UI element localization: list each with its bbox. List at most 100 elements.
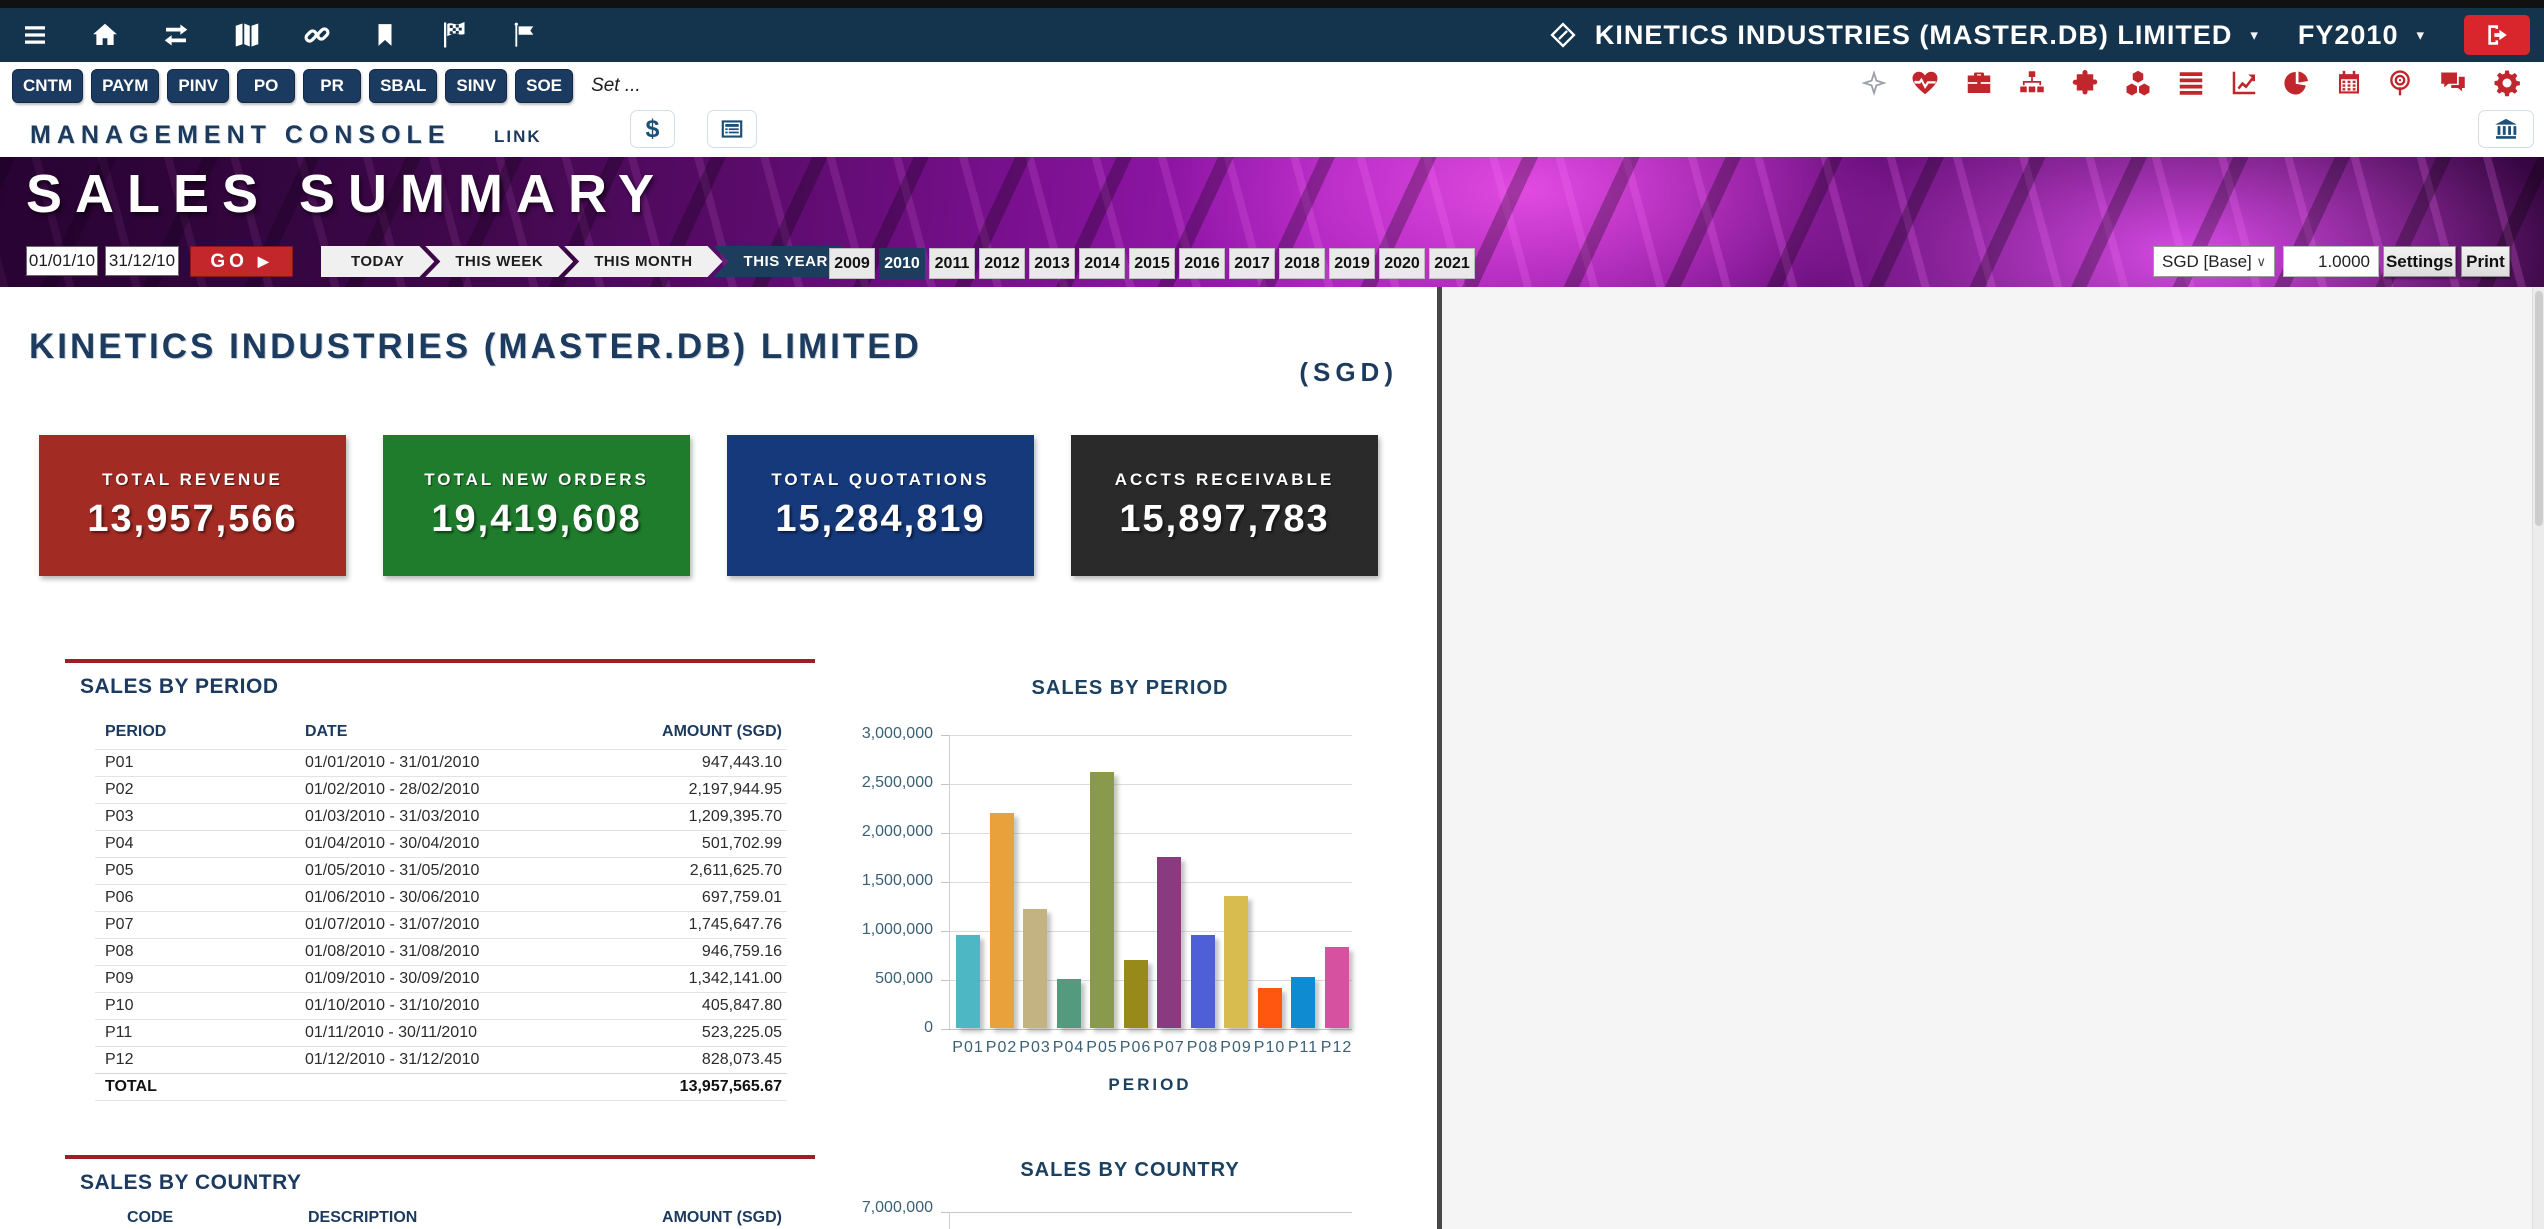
exchange-rate-input[interactable] [2283, 246, 2379, 277]
top-strip [0, 0, 2544, 8]
shortcut-button-sbal[interactable]: SBAL [369, 69, 437, 103]
range-tab-this-month[interactable]: THIS MONTH [564, 246, 722, 277]
currency-dropdown-value: SGD [Base] [2162, 252, 2252, 272]
company-selector[interactable]: KINETICS INDUSTRIES (MASTER.DB) LIMITED [1595, 20, 2233, 51]
map-icon[interactable] [232, 20, 262, 50]
sitemap-icon[interactable] [2017, 68, 2047, 98]
set-shortcuts-link[interactable]: Set ... [591, 75, 641, 97]
year-button-2010[interactable]: 2010 [879, 248, 925, 279]
finish-flag-icon[interactable] [438, 20, 470, 50]
year-button-2011[interactable]: 2011 [929, 248, 975, 279]
fiscal-year-selector[interactable]: FY2010 [2298, 20, 2399, 51]
bank-icon [2492, 116, 2520, 142]
kpi-label: TOTAL QUOTATIONS [771, 470, 989, 490]
year-button-2013[interactable]: 2013 [1029, 248, 1075, 279]
year-button-2012[interactable]: 2012 [979, 248, 1025, 279]
table-row: P0401/04/2010 - 30/04/2010501,702.99 [95, 831, 787, 858]
cubes-icon[interactable] [2123, 68, 2153, 98]
table-row: P0801/08/2010 - 31/08/2010946,759.16 [95, 939, 787, 966]
year-button-2016[interactable]: 2016 [1179, 248, 1225, 279]
shortcut-button-paym[interactable]: PAYM [91, 69, 159, 103]
logout-button[interactable] [2464, 15, 2530, 55]
kpi-card-total-new-orders: TOTAL NEW ORDERS19,419,608 [383, 435, 690, 576]
bookmark-icon[interactable] [372, 20, 398, 50]
shortcut-button-pinv[interactable]: PINV [167, 69, 229, 103]
company-caret-icon: ▾ [2250, 26, 2258, 44]
kpi-card-accts-receivable: ACCTS RECEIVABLE15,897,783 [1071, 435, 1378, 576]
heart-pulse-icon[interactable] [1909, 68, 1941, 98]
bank-tool-button[interactable] [2478, 110, 2534, 148]
shortcut-row: CNTMPAYMPINVPOPRSBALSINVSOE Set ... [0, 62, 2544, 110]
top-navbar: KINETICS INDUSTRIES (MASTER.DB) LIMITED … [0, 8, 2544, 62]
year-button-2019[interactable]: 2019 [1329, 248, 1375, 279]
shortcut-button-po[interactable]: PO [237, 69, 295, 103]
table-row: P0501/05/2010 - 31/05/20102,611,625.70 [95, 858, 787, 885]
year-button-2015[interactable]: 2015 [1129, 248, 1175, 279]
go-label: GO [210, 251, 248, 273]
column-header-amount: AMOUNT (SGD) [575, 717, 787, 750]
year-button-2018[interactable]: 2018 [1279, 248, 1325, 279]
chart-gridline [949, 784, 1352, 785]
yaxis-tick-label: 0 [815, 1019, 933, 1037]
table-row: P0201/02/2010 - 28/02/20102,197,944.95 [95, 777, 787, 804]
range-tab-this-week[interactable]: THIS WEEK [425, 246, 573, 277]
line-chart-icon[interactable] [2229, 68, 2259, 98]
home-icon[interactable] [90, 20, 120, 50]
navbar-icon-group [20, 20, 538, 50]
go-button[interactable]: GO ▶ [190, 246, 293, 277]
year-button-row: 2009201020112012201320142015201620172018… [829, 248, 1475, 279]
range-tab-today[interactable]: TODAY [321, 246, 434, 277]
link-icon[interactable] [302, 20, 332, 50]
scrollbar[interactable] [2532, 287, 2544, 1229]
target-icon[interactable] [2386, 68, 2414, 98]
chat-icon[interactable] [2437, 68, 2469, 98]
xaxis-tick-label: P06 [1119, 1039, 1153, 1057]
column-header-date: DATE [295, 717, 575, 750]
currency-tool-button[interactable]: $ [630, 110, 675, 148]
year-button-2014[interactable]: 2014 [1079, 248, 1125, 279]
country-chart-gridline [949, 1212, 1352, 1213]
banner-title: SALES SUMMARY [26, 163, 667, 225]
sales-summary-banner: SALES SUMMARY GO ▶ TODAYTHIS WEEKTHIS MO… [0, 157, 2544, 287]
app-root: KINETICS INDUSTRIES (MASTER.DB) LIMITED … [0, 0, 2544, 1229]
briefcase-icon[interactable] [1964, 68, 1994, 98]
link-button[interactable]: LINK [494, 127, 542, 147]
year-button-2021[interactable]: 2021 [1429, 248, 1475, 279]
xaxis-tick-label: P08 [1186, 1039, 1220, 1057]
transfer-icon[interactable] [160, 20, 192, 50]
scrollbar-thumb[interactable] [2535, 291, 2543, 526]
settings-button[interactable]: Settings [2383, 246, 2456, 277]
year-button-2020[interactable]: 2020 [1379, 248, 1425, 279]
print-button[interactable]: Print [2461, 246, 2510, 277]
shortcut-button-soe[interactable]: SOE [515, 69, 573, 103]
table-row: P1001/10/2010 - 31/10/2010405,847.80 [95, 993, 787, 1020]
date-from-input[interactable] [26, 246, 98, 276]
gear-icon[interactable] [2492, 68, 2522, 98]
tag-icon[interactable] [1549, 21, 1577, 49]
calendar-icon[interactable] [2335, 68, 2363, 98]
puzzle-icon[interactable] [2070, 68, 2100, 98]
yaxis-tick-label: 1,000,000 [815, 921, 933, 939]
report-tool-button[interactable] [707, 110, 757, 148]
column-header-period: PERIOD [95, 717, 295, 750]
xaxis-tick-label: P07 [1152, 1039, 1186, 1057]
flag-icon[interactable] [510, 20, 538, 50]
sales-by-period-heading: SALES BY PERIOD [80, 675, 279, 699]
nav-cross-icon[interactable] [1862, 68, 1886, 98]
kpi-value: 15,284,819 [775, 498, 985, 541]
country-chart-yaxis [949, 1212, 950, 1229]
pie-chart-icon[interactable] [2282, 68, 2312, 98]
menu-icon[interactable] [20, 20, 50, 50]
list-icon[interactable] [2176, 68, 2206, 98]
chart-gridline [949, 735, 1352, 736]
table-total-row: TOTAL 13,957,565.67 [95, 1074, 787, 1101]
shortcut-button-cntm[interactable]: CNTM [12, 69, 83, 103]
kpi-card-row: TOTAL REVENUE13,957,566TOTAL NEW ORDERS1… [39, 435, 1378, 576]
shortcut-button-sinv[interactable]: SINV [445, 69, 507, 103]
currency-dropdown[interactable]: SGD [Base] ∨ [2153, 246, 2275, 277]
date-to-input[interactable] [105, 246, 179, 276]
year-button-2009[interactable]: 2009 [829, 248, 875, 279]
shortcut-button-pr[interactable]: PR [303, 69, 361, 103]
year-button-2017[interactable]: 2017 [1229, 248, 1275, 279]
kpi-value: 19,419,608 [431, 498, 641, 541]
